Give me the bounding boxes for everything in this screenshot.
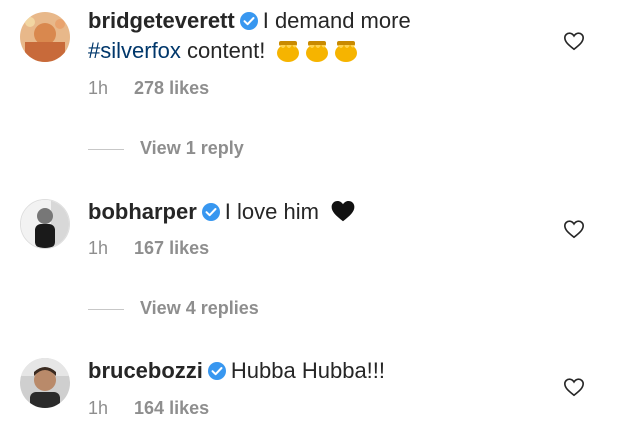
view-replies-button[interactable]: View 1 reply <box>88 138 244 159</box>
comment-body: Hubba Hubba!!! <box>230 358 386 383</box>
username[interactable]: bridgeteverett <box>88 8 235 33</box>
comment-text: bobharper I love him <box>88 198 357 230</box>
avatar[interactable] <box>20 358 70 408</box>
username[interactable]: brucebozzi <box>88 358 203 383</box>
like-heart-icon[interactable] <box>563 376 585 398</box>
comment-body: content! <box>187 38 266 63</box>
likes-count[interactable]: 164 likes <box>134 398 209 418</box>
honey-pot-emoji <box>275 37 359 69</box>
hashtag-link[interactable]: #silverfox <box>88 38 181 63</box>
divider-line <box>88 308 124 310</box>
timestamp: 1h <box>88 78 109 98</box>
timestamp: 1h <box>88 238 109 258</box>
verified-badge-icon <box>239 11 259 37</box>
comment-text-line2: #silverfox content! <box>88 37 359 69</box>
like-heart-icon[interactable] <box>563 30 585 52</box>
view-replies-label: View 1 reply <box>140 138 244 158</box>
likes-count[interactable]: 278 likes <box>134 78 209 98</box>
view-replies-button[interactable]: View 4 replies <box>88 298 259 319</box>
comment-text: bridgeteverett I demand more <box>88 8 411 37</box>
username[interactable]: bobharper <box>88 199 197 224</box>
verified-badge-icon <box>201 202 221 228</box>
comment-meta: 1h 167 likes <box>88 238 209 259</box>
avatar[interactable] <box>20 199 70 249</box>
timestamp: 1h <box>88 398 109 418</box>
divider-line <box>88 148 124 150</box>
comment-text: brucebozzi Hubba Hubba!!! <box>88 358 385 387</box>
comment-body: I demand more <box>262 8 411 33</box>
avatar[interactable] <box>20 12 70 62</box>
view-replies-label: View 4 replies <box>140 298 259 318</box>
verified-badge-icon <box>207 361 227 387</box>
comment-meta: 1h 278 likes <box>88 78 209 99</box>
comment-body: I love him <box>224 199 319 224</box>
likes-count[interactable]: 167 likes <box>134 238 209 258</box>
like-heart-icon[interactable] <box>563 218 585 240</box>
black-heart-emoji <box>329 198 357 230</box>
comment-meta: 1h 164 likes <box>88 398 209 419</box>
